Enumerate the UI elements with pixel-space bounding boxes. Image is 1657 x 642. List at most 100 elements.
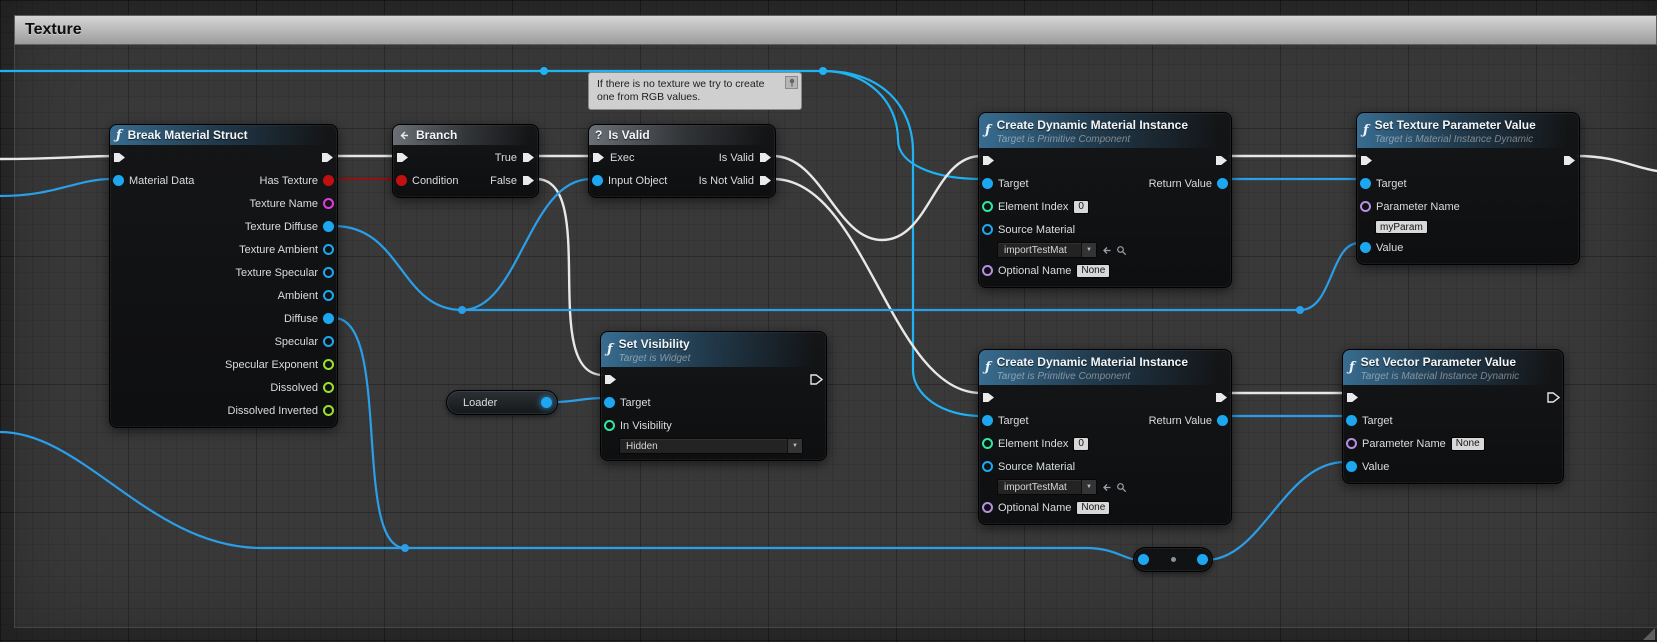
value-pin[interactable] — [1346, 461, 1357, 472]
material-data-pin[interactable] — [113, 175, 124, 186]
target-pin[interactable] — [982, 178, 993, 189]
texture-ambient-pin[interactable] — [323, 244, 334, 255]
exec-out-pin[interactable] — [1215, 155, 1228, 166]
exec-out-pin[interactable] — [321, 152, 334, 163]
exec-out-pin[interactable] — [1547, 392, 1560, 403]
node-loader-variable[interactable]: Loader — [446, 390, 558, 415]
function-icon: ƒ — [1363, 123, 1369, 138]
dissolved-pin[interactable] — [323, 382, 334, 393]
pin-label: Texture Name — [249, 197, 318, 210]
node-branch[interactable]: Branch True Condition False — [392, 124, 539, 198]
node-set-visibility[interactable]: ƒ Set Visibility Target is Widget Target… — [600, 331, 827, 461]
exec-out-pin[interactable] — [1215, 392, 1228, 403]
specular-exponent-pin[interactable] — [323, 359, 334, 370]
node-title: Is Valid — [608, 128, 650, 142]
ambient-pin[interactable] — [323, 290, 334, 301]
browse-asset-icon[interactable] — [1116, 482, 1127, 493]
exec-out-pin[interactable] — [810, 374, 823, 385]
node-comment-bubble[interactable]: If there is no texture we try to create … — [588, 72, 802, 110]
use-selected-asset-icon[interactable] — [1101, 482, 1112, 493]
pin-label: In Visibility — [620, 419, 672, 432]
parameter-name-field[interactable]: None — [1450, 436, 1485, 451]
optional-name-pin[interactable] — [982, 502, 993, 513]
node-is-valid[interactable]: ? Is Valid Exec Is Valid Input Object Is… — [588, 124, 776, 198]
node-header: ƒ Set Texture Parameter Value Target is … — [1357, 113, 1579, 148]
source-material-pin[interactable] — [982, 461, 993, 472]
pin-label: Input Object — [608, 174, 668, 187]
texture-diffuse-pin[interactable] — [323, 221, 334, 232]
comment-bubble-pin-icon[interactable] — [785, 76, 798, 89]
resize-grip-icon[interactable] — [1643, 628, 1655, 640]
node-reroute[interactable] — [1133, 547, 1213, 572]
exec-in-pin[interactable] — [396, 152, 409, 163]
specular-pin[interactable] — [323, 336, 334, 347]
element-index-field[interactable]: 0 — [1073, 199, 1089, 214]
target-pin[interactable] — [982, 415, 993, 426]
node-create-dynamic-material-instance-1[interactable]: ƒ Create Dynamic Material Instance Targe… — [978, 112, 1232, 288]
parameter-name-pin[interactable] — [1346, 438, 1357, 449]
element-index-field[interactable]: 0 — [1073, 436, 1089, 451]
exec-in-pin[interactable] — [604, 374, 617, 385]
texture-name-pin[interactable] — [323, 198, 334, 209]
target-pin[interactable] — [604, 397, 615, 408]
exec-in-pin[interactable] — [982, 155, 995, 166]
parameter-name-pin[interactable] — [1360, 201, 1371, 212]
exec-in-pin[interactable] — [1346, 392, 1359, 403]
optional-name-field[interactable]: None — [1076, 500, 1111, 515]
return-value-pin[interactable] — [1217, 415, 1228, 426]
false-exec-out-pin[interactable] — [522, 175, 535, 186]
reroute-in-pin[interactable] — [1138, 554, 1149, 565]
node-title: Create Dynamic Material Instance — [996, 118, 1189, 132]
is-valid-exec-out-pin[interactable] — [759, 152, 772, 163]
dissolved-inverted-pin[interactable] — [323, 405, 334, 416]
true-exec-out-pin[interactable] — [522, 152, 535, 163]
comment-title-bar[interactable]: Texture — [14, 15, 1657, 45]
parameter-name-field[interactable]: myParam — [1375, 220, 1428, 234]
loader-output-pin[interactable] — [541, 397, 552, 408]
exec-in-pin[interactable] — [113, 152, 126, 163]
target-pin[interactable] — [1360, 178, 1371, 189]
diffuse-pin[interactable] — [323, 313, 334, 324]
visibility-dropdown[interactable]: Hidden ▼ — [619, 438, 803, 454]
element-index-pin[interactable] — [982, 201, 993, 212]
texture-specular-pin[interactable] — [323, 267, 334, 278]
is-not-valid-exec-out-pin[interactable] — [759, 175, 772, 186]
source-material-dropdown[interactable]: importTestMat ▼ — [997, 479, 1097, 495]
exec-in-pin[interactable] — [982, 392, 995, 403]
node-subtitle: Target is Primitive Component — [996, 371, 1131, 382]
node-set-texture-parameter-value[interactable]: ƒ Set Texture Parameter Value Target is … — [1356, 112, 1580, 265]
value-pin[interactable] — [1360, 242, 1371, 253]
pin-label: Source Material — [998, 460, 1076, 473]
chevron-down-icon: ▼ — [1081, 480, 1096, 494]
source-material-dropdown[interactable]: importTestMat ▼ — [997, 242, 1097, 258]
chevron-down-icon: ▼ — [1081, 243, 1096, 257]
element-index-pin[interactable] — [982, 438, 993, 449]
source-material-dropdown-value: importTestMat — [1004, 244, 1067, 256]
node-set-vector-parameter-value[interactable]: ƒ Set Vector Parameter Value Target is M… — [1342, 349, 1564, 484]
pin-label: Optional Name — [998, 501, 1072, 514]
node-header: Branch — [393, 125, 538, 145]
node-create-dynamic-material-instance-2[interactable]: ƒ Create Dynamic Material Instance Targe… — [978, 349, 1232, 525]
use-selected-asset-icon[interactable] — [1101, 245, 1112, 256]
input-object-pin[interactable] — [592, 175, 603, 186]
pin-label: Target — [620, 396, 651, 409]
in-visibility-pin[interactable] — [604, 420, 615, 431]
node-break-material-struct[interactable]: ƒ Break Material Struct Material Data Ha… — [109, 124, 338, 428]
exec-in-pin[interactable] — [592, 152, 605, 163]
pin-label: Dissolved — [270, 381, 318, 394]
reroute-out-pin[interactable] — [1197, 554, 1208, 565]
exec-out-pin[interactable] — [1563, 155, 1576, 166]
has-texture-pin[interactable] — [323, 175, 334, 186]
blueprint-graph-canvas[interactable]: Texture If there is no texture we try to… — [0, 0, 1657, 642]
return-value-pin[interactable] — [1217, 178, 1228, 189]
condition-pin[interactable] — [396, 175, 407, 186]
optional-name-pin[interactable] — [982, 265, 993, 276]
pin-label: Exec — [610, 151, 635, 164]
optional-name-field[interactable]: None — [1076, 263, 1111, 278]
pin-label: Parameter Name — [1376, 200, 1460, 213]
target-pin[interactable] — [1346, 415, 1357, 426]
browse-asset-icon[interactable] — [1116, 245, 1127, 256]
node-title: Set Texture Parameter Value — [1374, 118, 1536, 132]
source-material-pin[interactable] — [982, 224, 993, 235]
exec-in-pin[interactable] — [1360, 155, 1373, 166]
